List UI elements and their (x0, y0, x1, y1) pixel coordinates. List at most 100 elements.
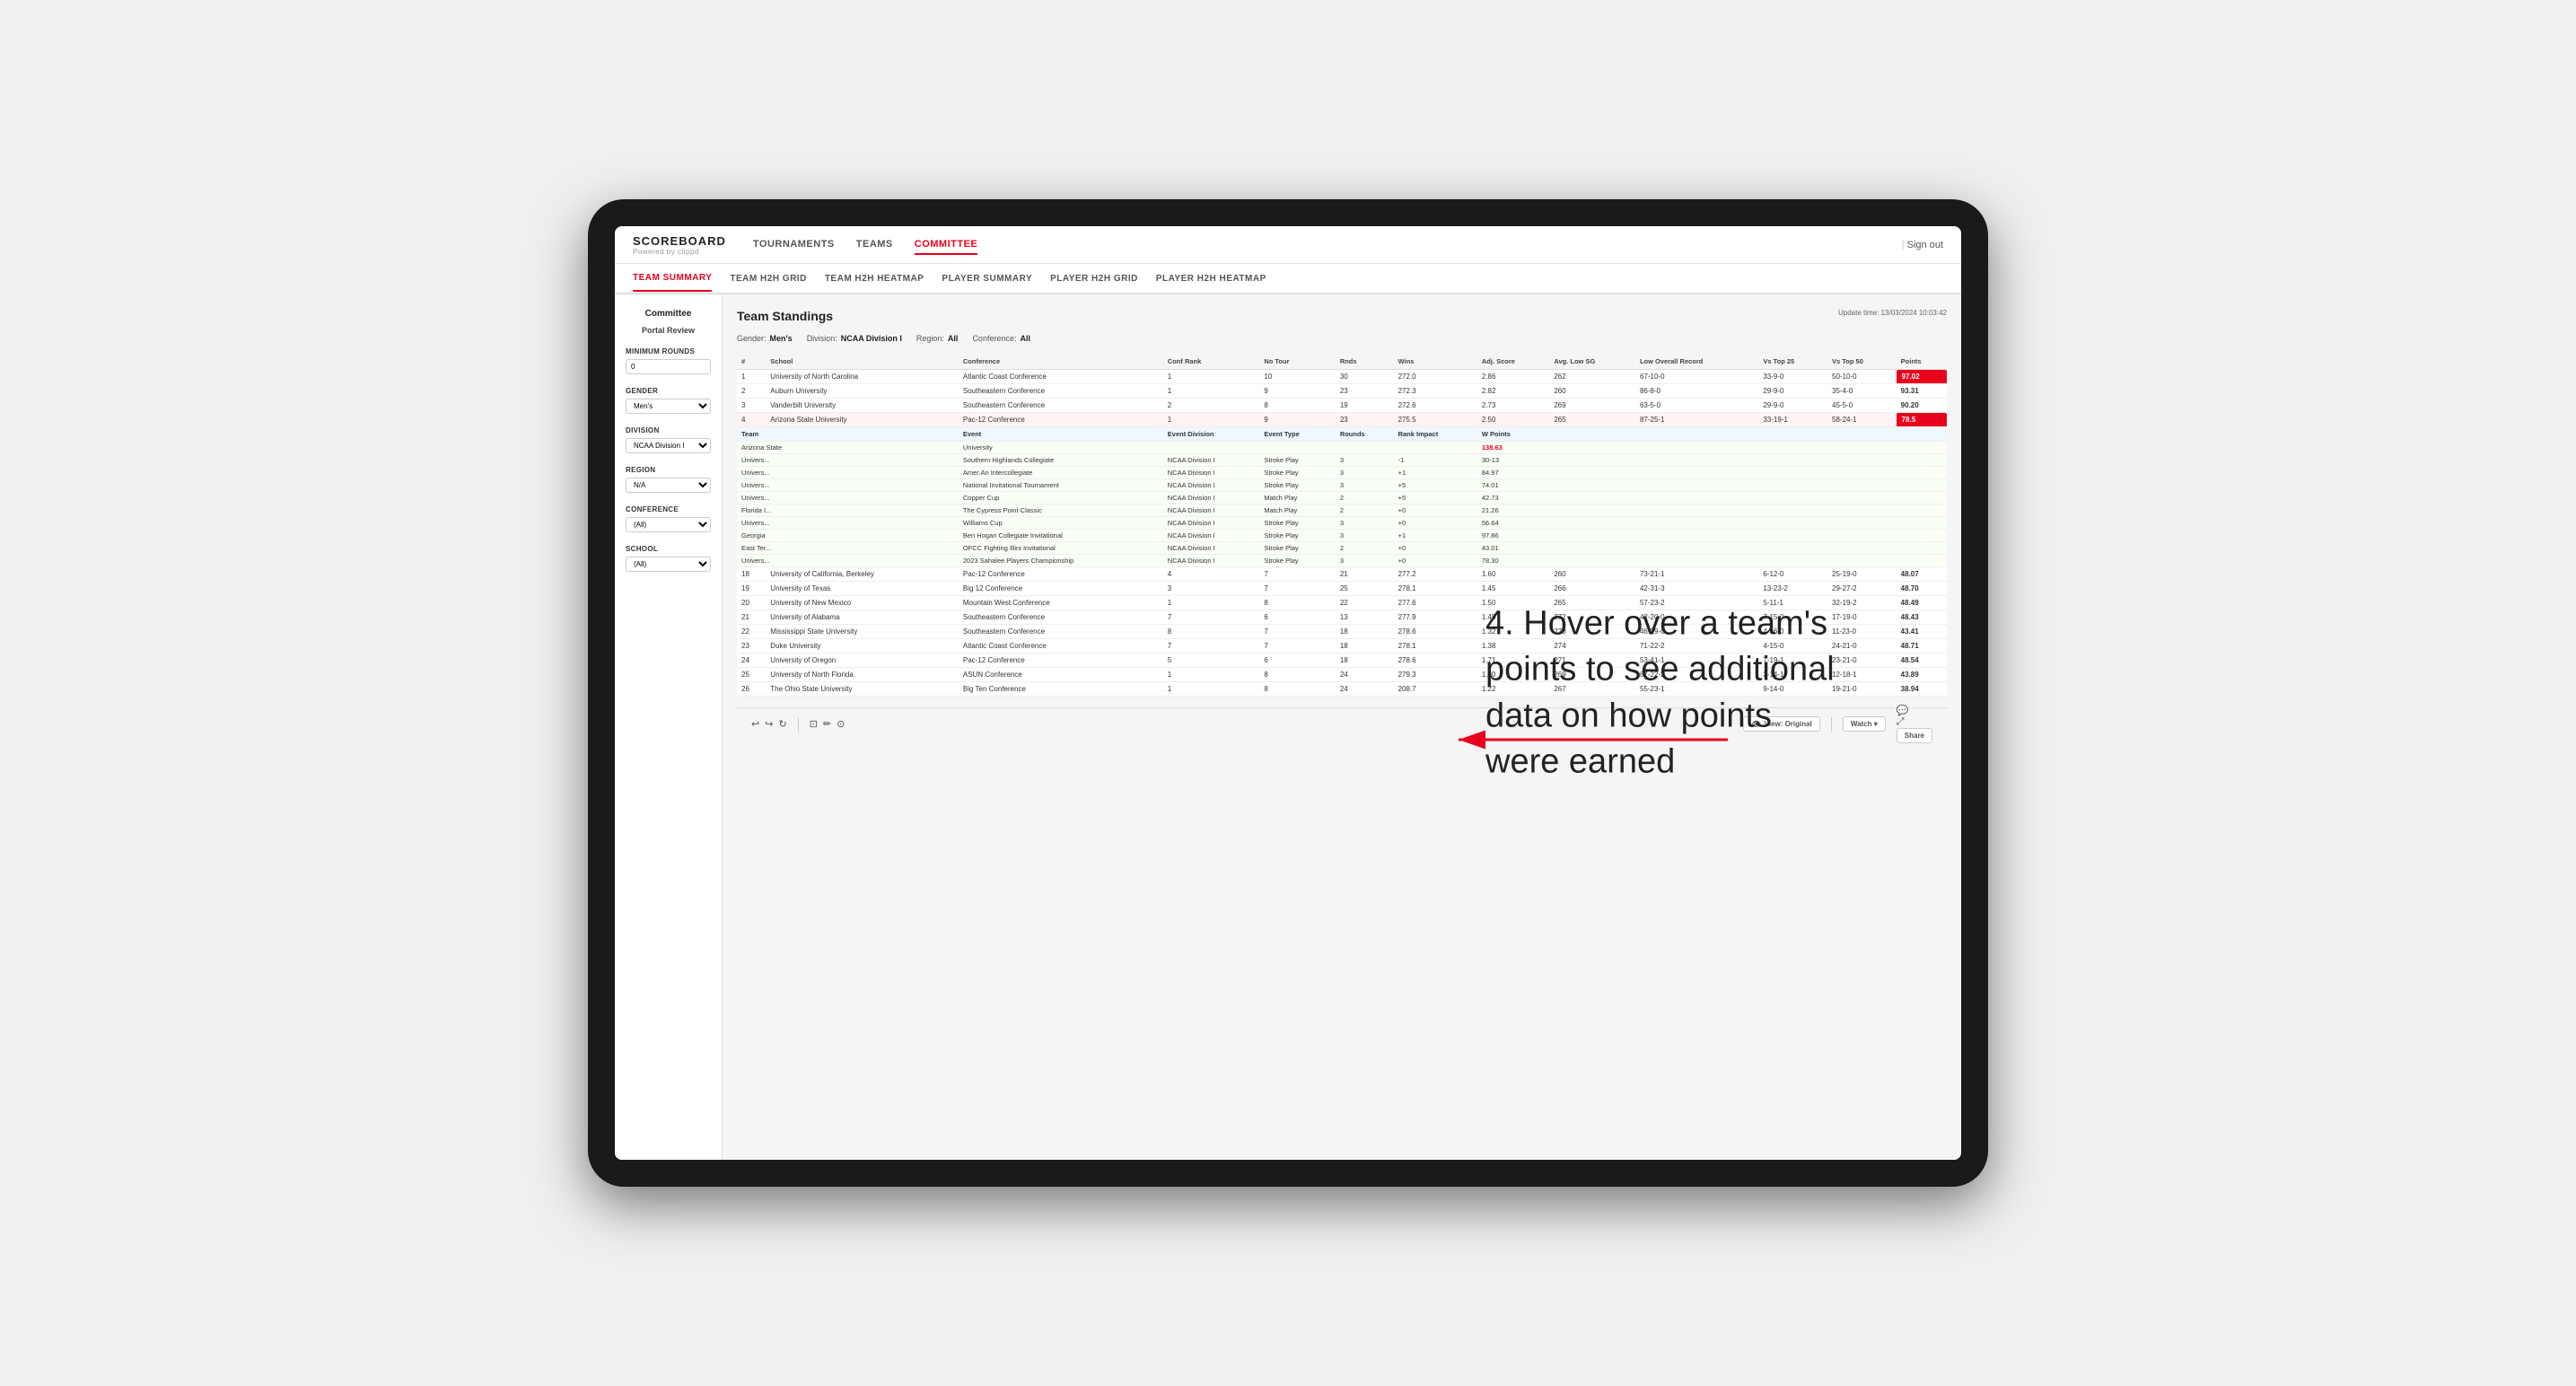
conference-cell: Southeastern Conference (959, 625, 1163, 639)
exp-team-cell: Arizona State (737, 442, 959, 454)
exp-col-event: Event (959, 427, 1163, 442)
vs-top25-cell: 33-9-0 (1758, 370, 1827, 384)
exp-div-cell: NCAA Division I (1163, 530, 1260, 542)
comment-icon[interactable]: 💬 ⤢ Share (1897, 705, 1932, 743)
no-tour-cell: 7 (1259, 567, 1336, 582)
exp-rank-impact-cell: +0 (1394, 504, 1477, 517)
tab-player-summary[interactable]: PLAYER SUMMARY (942, 267, 1032, 291)
tab-team-summary[interactable]: TEAM SUMMARY (633, 266, 712, 292)
points-cell[interactable]: 90.20 (1897, 399, 1947, 413)
adj-score-cell: 2.73 (1477, 399, 1549, 413)
wins-cell: 278.1 (1394, 639, 1477, 654)
redo-button[interactable]: ↪ (765, 718, 773, 730)
exp-wpoints-cell: 30-13 (1477, 454, 1947, 467)
points-cell[interactable]: 48.43 (1897, 610, 1947, 625)
exp-rank-impact-cell: +1 (1394, 467, 1477, 479)
school-select[interactable]: (All) (626, 557, 711, 572)
exp-team-cell: Univers... (737, 467, 959, 479)
rnds-cell: 18 (1336, 654, 1394, 668)
conf-rank-cell: 3 (1163, 582, 1260, 596)
rank-cell: 2 (737, 384, 766, 399)
col-low-overall: Low Overall Record (1635, 354, 1758, 370)
points-cell[interactable]: 48.49 (1897, 596, 1947, 610)
exp-rank-impact-cell (1394, 442, 1477, 454)
clock-icon[interactable]: ⊙ (837, 718, 845, 730)
school-cell: University of New Mexico (766, 596, 959, 610)
share-label: Share (1905, 732, 1924, 740)
points-cell[interactable]: 48.54 (1897, 654, 1947, 668)
expanded-data-row: Univers... National Invitational Tournam… (737, 479, 1947, 492)
points-cell[interactable]: 48.07 (1897, 567, 1947, 582)
school-cell: Mississippi State University (766, 625, 959, 639)
division-select[interactable]: NCAA Division I NCAA Division II (626, 438, 711, 453)
filter-division-label: Division: (807, 334, 837, 343)
rnds-cell: 24 (1336, 682, 1394, 697)
tab-team-h2h-heatmap[interactable]: TEAM H2H HEATMAP (825, 267, 924, 291)
exp-type-cell: Stroke Play (1259, 555, 1336, 567)
refresh-button[interactable]: ↻ (778, 718, 786, 730)
nav-teams[interactable]: TEAMS (856, 235, 893, 255)
avg-low-sg-cell: 260 (1549, 384, 1635, 399)
nav-items: TOURNAMENTS TEAMS COMMITTEE (753, 235, 1902, 255)
expand-icon[interactable]: ⤢ Share (1897, 716, 1932, 743)
watch-button[interactable]: Watch ▾ (1843, 716, 1886, 732)
points-cell[interactable]: 78.5 (1897, 413, 1947, 427)
rank-cell: 20 (737, 596, 766, 610)
annotation-container: 4. Hover over a team's points to see add… (1485, 601, 1844, 785)
conference-cell: Pac-12 Conference (959, 413, 1163, 427)
exp-event-cell: Copper Cup (959, 492, 1163, 504)
exp-div-cell: NCAA Division I (1163, 467, 1260, 479)
watch-label: Watch ▾ (1851, 720, 1878, 728)
table-row: 4 Arizona State University Pac-12 Confer… (737, 413, 1947, 427)
low-overall-cell: 67-10-0 (1635, 370, 1758, 384)
paint-icon[interactable]: ✏ (823, 718, 831, 730)
points-cell[interactable]: 43.89 (1897, 668, 1947, 682)
conference-select[interactable]: (All) (626, 517, 711, 532)
tab-team-h2h-grid[interactable]: TEAM H2H GRID (730, 267, 806, 291)
rnds-cell: 18 (1336, 625, 1394, 639)
wins-cell: 277.2 (1394, 567, 1477, 582)
vs-top50-cell: 50-10-0 (1827, 370, 1897, 384)
school-cell: University of Oregon (766, 654, 959, 668)
school-cell: Vanderbilt University (766, 399, 959, 413)
region-select[interactable]: N/A All (626, 478, 711, 493)
nav-tournaments[interactable]: TOURNAMENTS (753, 235, 835, 255)
share-button[interactable]: Share (1897, 728, 1932, 743)
school-cell: University of North Florida (766, 668, 959, 682)
filter-conference: Conference: All (972, 334, 1030, 343)
exp-col-w-points: W Points (1477, 427, 1947, 442)
camera-icon[interactable]: ⊡ (810, 718, 818, 730)
wins-cell: 275.5 (1394, 413, 1477, 427)
exp-col-rounds: Rounds (1336, 427, 1394, 442)
table-row: 3 Vanderbilt University Southeastern Con… (737, 399, 1947, 413)
exp-rounds-cell: 3 (1336, 479, 1394, 492)
tab-player-h2h-grid[interactable]: PLAYER H2H GRID (1050, 267, 1138, 291)
points-cell[interactable]: 97.02 (1897, 370, 1947, 384)
low-overall-cell: 87-25-1 (1635, 413, 1758, 427)
points-cell[interactable]: 38.94 (1897, 682, 1947, 697)
points-cell[interactable]: 48.70 (1897, 582, 1947, 596)
exp-div-cell: NCAA Division I (1163, 492, 1260, 504)
points-cell[interactable]: 48.71 (1897, 639, 1947, 654)
nav-committee[interactable]: COMMITTEE (915, 235, 978, 255)
exp-type-cell: Stroke Play (1259, 479, 1336, 492)
col-conference: Conference (959, 354, 1163, 370)
school-cell: University of North Carolina (766, 370, 959, 384)
exp-wpoints-cell: 21.26 (1477, 504, 1947, 517)
sidebar-conference: Conference (All) (626, 505, 711, 532)
rank-cell: 23 (737, 639, 766, 654)
tab-player-h2h-heatmap[interactable]: PLAYER H2H HEATMAP (1156, 267, 1266, 291)
vs-top50-cell: 35-4-0 (1827, 384, 1897, 399)
undo-button[interactable]: ↩ (751, 718, 759, 730)
expanded-data-row: Univers... Copper Cup NCAA Division I Ma… (737, 492, 1947, 504)
school-cell: Arizona State University (766, 413, 959, 427)
rnds-cell: 24 (1336, 668, 1394, 682)
rnds-cell: 13 (1336, 610, 1394, 625)
gender-select[interactable]: Men's Women's (626, 399, 711, 414)
no-tour-cell: 10 (1259, 370, 1336, 384)
vs-top25-cell: 33-19-1 (1758, 413, 1827, 427)
points-cell[interactable]: 43.41 (1897, 625, 1947, 639)
sign-out-link[interactable]: Sign out (1902, 240, 1943, 250)
points-cell[interactable]: 93.31 (1897, 384, 1947, 399)
min-rounds-input[interactable] (626, 359, 711, 374)
